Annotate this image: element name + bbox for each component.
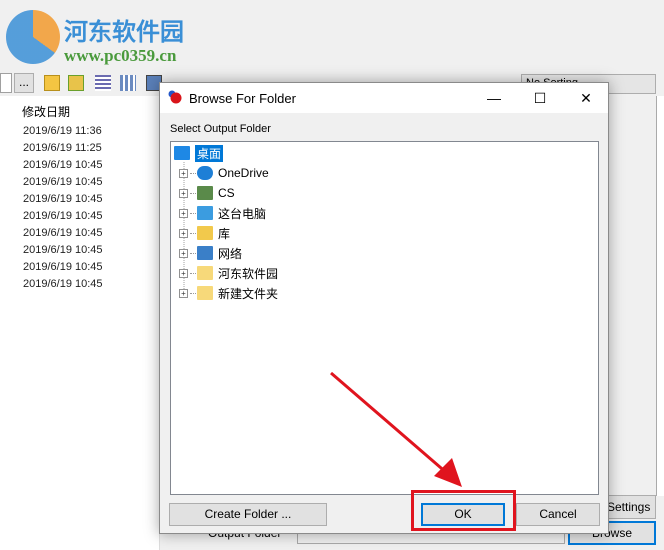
red-arrow-annotation [330,371,462,487]
